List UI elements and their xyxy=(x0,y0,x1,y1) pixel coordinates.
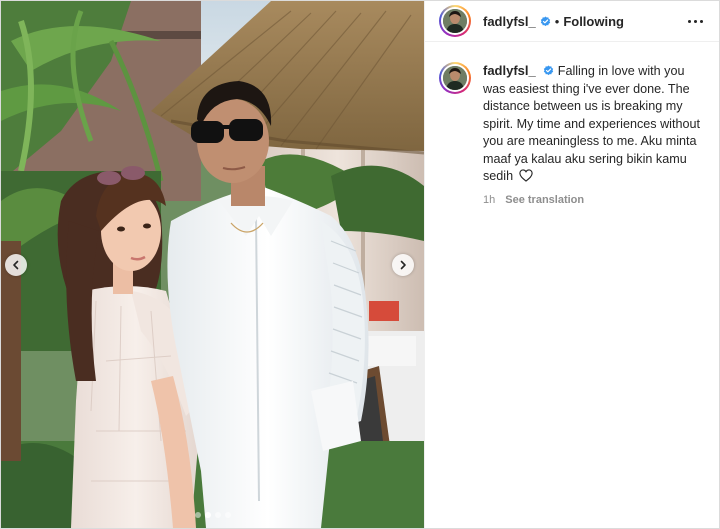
verified-badge-icon xyxy=(544,65,554,76)
caption-meta: 1h See translation xyxy=(483,192,705,210)
author-avatar-story-ring[interactable] xyxy=(439,5,471,37)
caption-text: Falling in love with you was easiest thi… xyxy=(483,64,700,183)
heart-outline-icon xyxy=(518,169,533,182)
caption-avatar xyxy=(441,64,469,92)
carousel-dot xyxy=(204,512,211,518)
caption-username[interactable]: fadlyfsl_ xyxy=(483,63,536,78)
author-username[interactable]: fadlyfsl_ xyxy=(483,14,536,29)
more-options-button[interactable] xyxy=(682,14,709,29)
chevron-right-icon xyxy=(400,260,406,270)
carousel-dot xyxy=(224,512,231,518)
author-avatar xyxy=(441,7,469,35)
carousel-next-button[interactable] xyxy=(392,254,414,276)
carousel-prev-button[interactable] xyxy=(5,254,27,276)
post-modal: fadlyfsl_ • Following fadlyfsl_ Falling … xyxy=(0,0,720,529)
carousel-indicator xyxy=(1,512,424,518)
chevron-left-icon xyxy=(13,260,19,270)
post-photo xyxy=(1,1,424,528)
following-button[interactable]: Following xyxy=(563,14,624,29)
header-separator: • xyxy=(554,13,560,29)
photo-scene xyxy=(1,1,424,528)
verified-badge-icon xyxy=(540,15,550,26)
carousel-dot xyxy=(194,512,201,518)
caption-body: fadlyfsl_ Falling in love with you was e… xyxy=(483,62,705,209)
see-translation-link[interactable]: See translation xyxy=(505,192,584,210)
post-caption: fadlyfsl_ Falling in love with you was e… xyxy=(425,42,719,209)
carousel-dot xyxy=(214,512,221,518)
post-timestamp: 1h xyxy=(483,193,496,206)
post-side-panel: fadlyfsl_ • Following fadlyfsl_ Falling … xyxy=(424,1,719,528)
more-options-icon xyxy=(688,19,691,23)
post-header: fadlyfsl_ • Following xyxy=(425,1,719,42)
caption-avatar-story-ring[interactable] xyxy=(439,62,471,94)
